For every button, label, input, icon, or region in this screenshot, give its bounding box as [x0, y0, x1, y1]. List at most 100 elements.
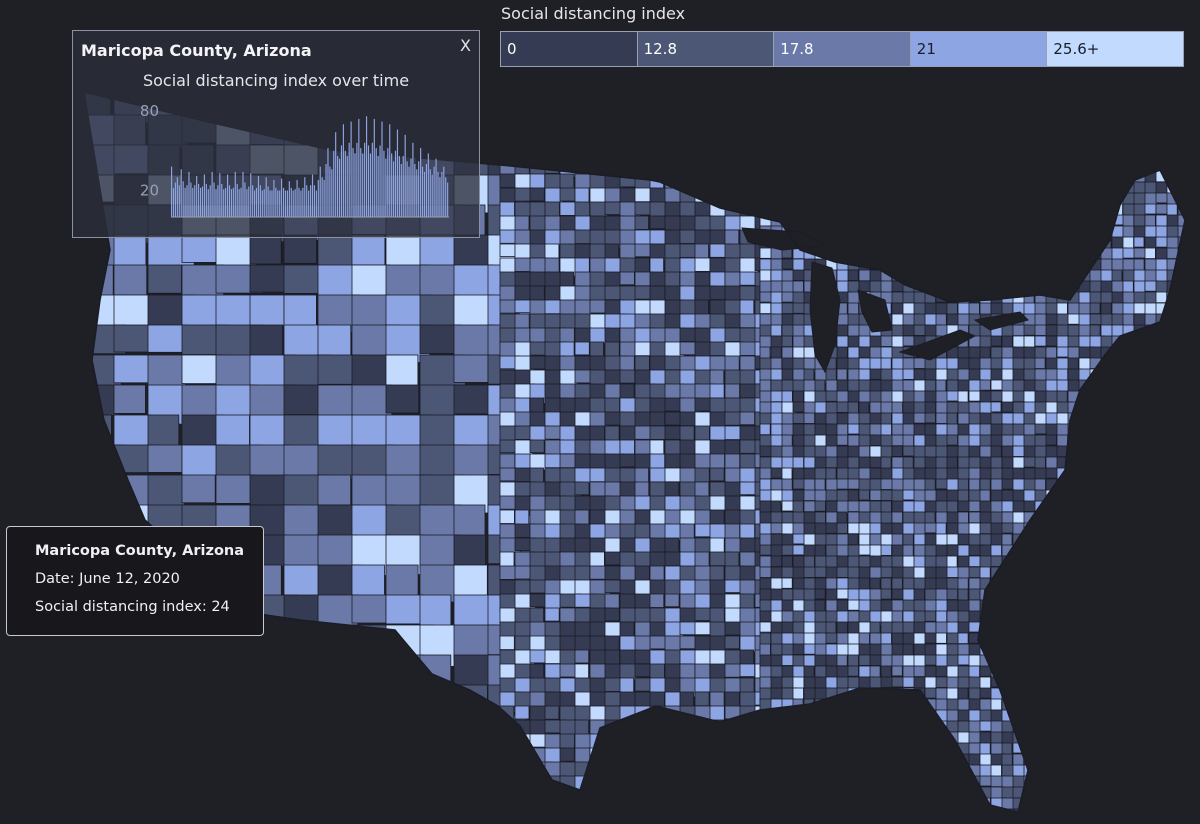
county-cell[interactable]	[589, 789, 608, 810]
county-cell[interactable]	[574, 691, 592, 708]
county-cell[interactable]	[1166, 478, 1179, 491]
county-cell[interactable]	[499, 467, 517, 482]
county-cell[interactable]	[1155, 698, 1172, 715]
county-cell[interactable]	[1045, 797, 1059, 811]
county-cell[interactable]	[1012, 269, 1029, 284]
county-cell[interactable]	[1100, 610, 1116, 625]
county-cell[interactable]	[1001, 610, 1015, 626]
county-cell[interactable]	[1045, 511, 1061, 528]
county-cell[interactable]	[979, 258, 994, 271]
county-cell[interactable]	[880, 709, 897, 725]
county-cell[interactable]	[759, 643, 771, 657]
county-cell[interactable]	[1045, 214, 1062, 227]
county-cell[interactable]	[499, 369, 517, 386]
county-cell[interactable]	[1177, 434, 1189, 446]
county-cell[interactable]	[1067, 797, 1084, 812]
county-cell[interactable]	[1056, 687, 1072, 701]
county-cell[interactable]	[1111, 720, 1128, 737]
county-cell[interactable]	[957, 159, 970, 171]
county-cell[interactable]	[990, 269, 1006, 285]
county-cell[interactable]	[1133, 709, 1150, 723]
county-cell[interactable]	[869, 687, 885, 703]
county-cell[interactable]	[836, 786, 852, 801]
county-cell[interactable]	[1078, 500, 1095, 512]
county-cell[interactable]	[1155, 346, 1171, 362]
county-cell[interactable]	[619, 271, 635, 286]
county-cell[interactable]	[781, 731, 797, 746]
county-cell[interactable]	[759, 610, 772, 623]
county-cell[interactable]	[604, 733, 623, 751]
county-cell[interactable]	[514, 467, 532, 482]
county-cell[interactable]	[990, 280, 1003, 296]
county-cell[interactable]	[924, 401, 937, 415]
county-cell[interactable]	[574, 565, 591, 582]
county-cell[interactable]	[781, 742, 796, 759]
county-cell[interactable]	[1100, 742, 1116, 755]
county-cell[interactable]	[499, 201, 515, 217]
county-cell[interactable]	[825, 203, 838, 220]
county-cell[interactable]	[1012, 566, 1029, 578]
county-cell[interactable]	[1133, 434, 1149, 447]
county-cell[interactable]	[891, 720, 905, 732]
county-cell[interactable]	[589, 509, 608, 527]
county-cell[interactable]	[1023, 456, 1036, 468]
county-cell[interactable]	[1144, 676, 1158, 690]
county-cell[interactable]	[814, 786, 826, 800]
county-cell[interactable]	[869, 808, 884, 820]
county-cell[interactable]	[869, 225, 883, 239]
county-cell[interactable]	[759, 555, 773, 568]
county-cell[interactable]	[792, 258, 806, 272]
county-cell[interactable]	[946, 412, 958, 426]
county-cell[interactable]	[249, 264, 287, 293]
county-cell[interactable]	[1122, 555, 1135, 571]
county-cell[interactable]	[935, 764, 949, 780]
county-cell[interactable]	[759, 808, 772, 821]
county-cell[interactable]	[1001, 577, 1013, 594]
county-cell[interactable]	[514, 565, 532, 580]
county-cell[interactable]	[891, 808, 908, 821]
county-cell[interactable]	[249, 744, 288, 778]
county-cell[interactable]	[589, 803, 606, 817]
county-cell[interactable]	[759, 731, 776, 744]
county-cell[interactable]	[957, 786, 969, 799]
county-cell[interactable]	[792, 808, 809, 820]
county-cell[interactable]	[759, 709, 776, 721]
county-cell[interactable]	[1034, 313, 1048, 327]
county-cell[interactable]	[792, 181, 805, 197]
county-cell[interactable]	[1111, 390, 1125, 406]
county-cell[interactable]	[1078, 434, 1093, 448]
county-cell[interactable]	[1100, 676, 1114, 689]
county-cell[interactable]	[1133, 643, 1150, 659]
county-cell[interactable]	[1034, 775, 1047, 791]
county-cell[interactable]	[1122, 687, 1135, 700]
county-cell[interactable]	[1067, 742, 1079, 755]
county-cell[interactable]	[891, 214, 905, 231]
county-cell[interactable]	[957, 764, 970, 778]
county-cell[interactable]	[847, 401, 859, 415]
county-cell[interactable]	[1056, 555, 1068, 572]
county-cell[interactable]	[1067, 478, 1079, 495]
county-cell[interactable]	[529, 467, 544, 483]
county-cell[interactable]	[249, 684, 287, 719]
county-cell[interactable]	[1078, 566, 1091, 579]
county-cell[interactable]	[1122, 214, 1135, 228]
county-cell[interactable]	[679, 733, 697, 752]
county-cell[interactable]	[990, 225, 1005, 240]
county-cell[interactable]	[679, 411, 697, 427]
county-cell[interactable]	[1067, 258, 1083, 274]
county-cell[interactable]	[249, 714, 284, 749]
county-cell[interactable]	[709, 411, 728, 427]
county-cell[interactable]	[80, 804, 116, 824]
county-cell[interactable]	[453, 354, 489, 383]
county-cell[interactable]	[709, 803, 730, 818]
county-cell[interactable]	[880, 225, 894, 237]
county-cell[interactable]	[1023, 698, 1037, 713]
county-cell[interactable]	[1111, 588, 1124, 604]
county-cell[interactable]	[1001, 566, 1017, 579]
county-cell[interactable]	[1177, 599, 1192, 612]
county-cell[interactable]	[979, 379, 991, 391]
county-cell[interactable]	[724, 719, 741, 738]
county-cell[interactable]	[858, 203, 871, 215]
county-cell[interactable]	[803, 478, 816, 492]
county-cell[interactable]	[869, 214, 882, 231]
